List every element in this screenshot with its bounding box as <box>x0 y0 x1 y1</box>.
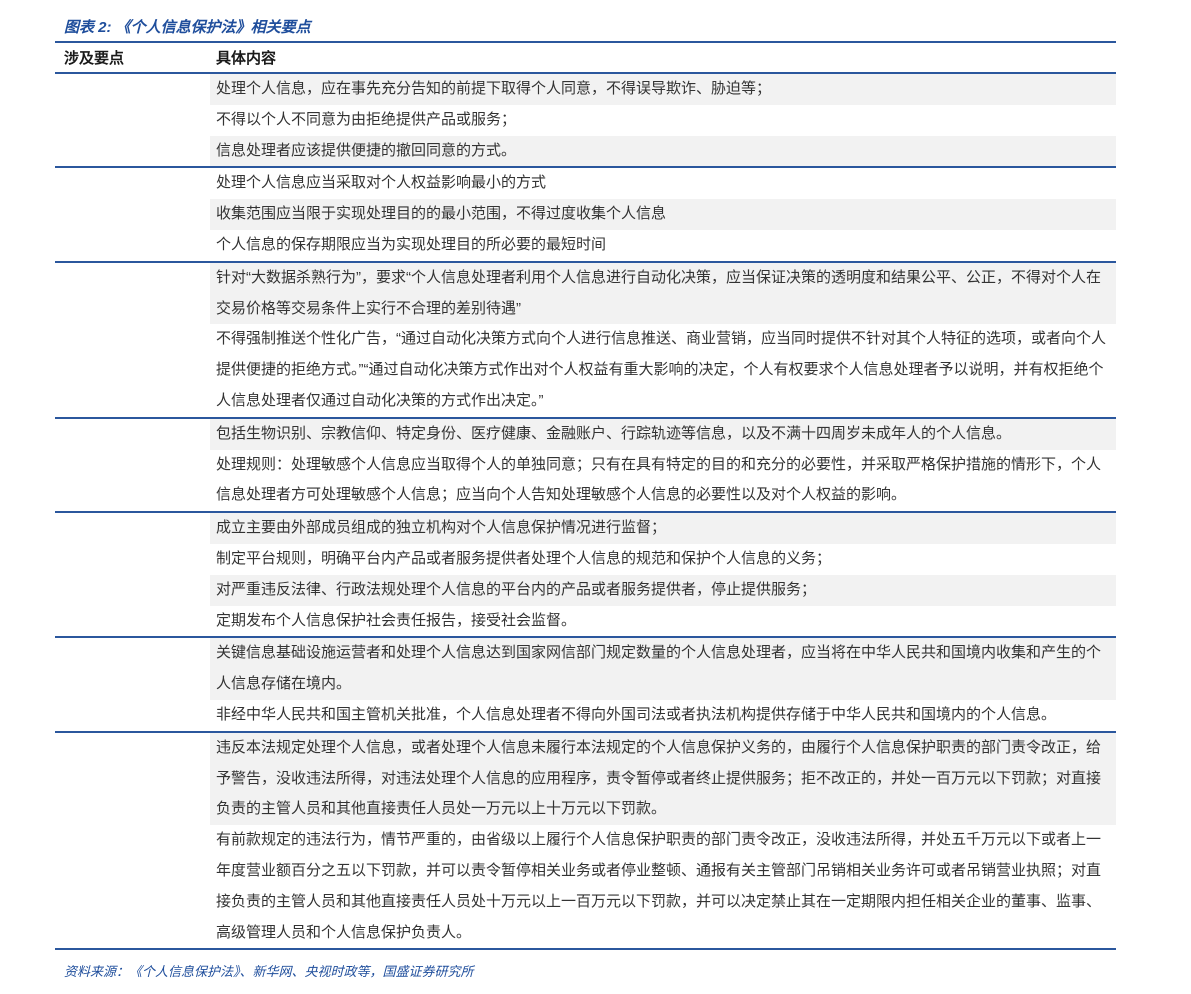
group-items: 处理个人信息应当采取对个人权益影响最小的方式 收集范围应当限于实现处理目的的最小范… <box>210 168 1116 261</box>
content-cell: 关键信息基础设施运营者和处理个人信息达到国家网信部门规定数量的个人信息处理者，应… <box>210 638 1116 700</box>
table-group: 处理个人信息，应在事先充分告知的前提下取得个人同意，不得误导欺诈、胁迫等； 不得以… <box>55 74 1116 167</box>
table-body: 处理个人信息，应在事先充分告知的前提下取得个人同意，不得误导欺诈、胁迫等； 不得以… <box>55 74 1116 951</box>
content-cell: 违反本法规定处理个人信息，或者处理个人信息未履行本法规定的个人信息保护义务的，由… <box>210 732 1116 826</box>
content-cell: 处理个人信息，应在事先充分告知的前提下取得个人同意，不得误导欺诈、胁迫等； <box>210 74 1116 105</box>
content-cell: 针对“大数据杀熟行为”，要求“个人信息处理者利用个人信息进行自动化决策，应当保证… <box>210 262 1116 325</box>
report-table: 图表 2: 《个人信息保护法》相关要点 涉及要点 具体内容 处理个人信息，应在事… <box>55 12 1116 980</box>
group-items: 关键信息基础设施运营者和处理个人信息达到国家网信部门规定数量的个人信息处理者，应… <box>210 638 1116 731</box>
table-group: 违反本法规定处理个人信息，或者处理个人信息未履行本法规定的个人信息保护义务的，由… <box>55 730 1116 949</box>
table-group: 针对“大数据杀熟行为”，要求“个人信息处理者利用个人信息进行自动化决策，应当保证… <box>55 260 1116 417</box>
content-cell: 收集范围应当限于实现处理目的的最小范围，不得过度收集个人信息 <box>210 199 1116 230</box>
group-items: 违反本法规定处理个人信息，或者处理个人信息未履行本法规定的个人信息保护义务的，由… <box>210 732 1116 949</box>
content-cell: 对严重违反法律、行政法规处理个人信息的平台内的产品或者服务提供者，停止提供服务； <box>210 574 1116 606</box>
table-group: 关键信息基础设施运营者和处理个人信息达到国家网信部门规定数量的个人信息处理者，应… <box>55 636 1116 731</box>
group-items: 处理个人信息，应在事先充分告知的前提下取得个人同意，不得误导欺诈、胁迫等； 不得以… <box>210 74 1116 167</box>
content-cell: 包括生物识别、宗教信仰、特定身份、医疗健康、金融账户、行踪轨迹等信息，以及不满十… <box>210 418 1116 450</box>
content-cell: 信息处理者应该提供便捷的撤回同意的方式。 <box>210 135 1116 167</box>
table-group: 包括生物识别、宗教信仰、特定身份、医疗健康、金融账户、行踪轨迹等信息，以及不满十… <box>55 416 1116 512</box>
table-header-row: 涉及要点 具体内容 <box>55 43 1116 74</box>
source-note: 资料来源：《个人信息保护法》、新华网、央视时政等，国盛证券研究所 <box>64 964 474 980</box>
category-cell <box>55 74 210 167</box>
content-cell: 有前款规定的违法行为，情节严重的，由省级以上履行个人信息保护职责的部门责令改正，… <box>210 825 1116 949</box>
content-cell: 制定平台规则，明确平台内产品或者服务提供者处理个人信息的规范和保护个人信息的义务… <box>210 543 1116 575</box>
content-cell: 不得强制推送个性化广告，“通过自动化决策方式向个人进行信息推送、商业营销，应当同… <box>210 324 1116 417</box>
category-cell <box>55 262 210 417</box>
chart-title: 图表 2: 《个人信息保护法》相关要点 <box>55 12 1116 43</box>
category-cell <box>55 513 210 637</box>
table-group: 处理个人信息应当采取对个人权益影响最小的方式 收集范围应当限于实现处理目的的最小范… <box>55 166 1116 261</box>
content-cell: 处理个人信息应当采取对个人权益影响最小的方式 <box>210 168 1116 200</box>
category-cell <box>55 168 210 261</box>
content-cell: 定期发布个人信息保护社会责任报告，接受社会监督。 <box>210 605 1116 637</box>
category-cell <box>55 732 210 949</box>
header-specific-content: 具体内容 <box>216 50 277 67</box>
group-items: 包括生物识别、宗教信仰、特定身份、医疗健康、金融账户、行踪轨迹等信息，以及不满十… <box>210 418 1116 512</box>
category-cell <box>55 418 210 512</box>
header-involved-points: 涉及要点 <box>64 50 125 67</box>
group-items: 成立主要由外部成员组成的独立机构对个人信息保护情况进行监督； 制定平台规则，明确平… <box>210 513 1116 637</box>
content-cell: 非经中华人民共和国主管机关批准，个人信息处理者不得向外国司法或者执法机构提供存储… <box>210 699 1116 731</box>
category-cell <box>55 638 210 731</box>
content-cell: 不得以个人不同意为由拒绝提供产品或服务； <box>210 104 1116 136</box>
content-cell: 成立主要由外部成员组成的独立机构对个人信息保护情况进行监督； <box>210 513 1116 544</box>
group-items: 针对“大数据杀熟行为”，要求“个人信息处理者利用个人信息进行自动化决策，应当保证… <box>210 262 1116 417</box>
content-cell: 个人信息的保存期限应当为实现处理目的所必要的最短时间 <box>210 229 1116 261</box>
table-group: 成立主要由外部成员组成的独立机构对个人信息保护情况进行监督； 制定平台规则，明确平… <box>55 511 1116 637</box>
content-cell: 处理规则：处理敏感个人信息应当取得个人的单独同意；只有在具有特定的目的和充分的必… <box>210 449 1116 512</box>
